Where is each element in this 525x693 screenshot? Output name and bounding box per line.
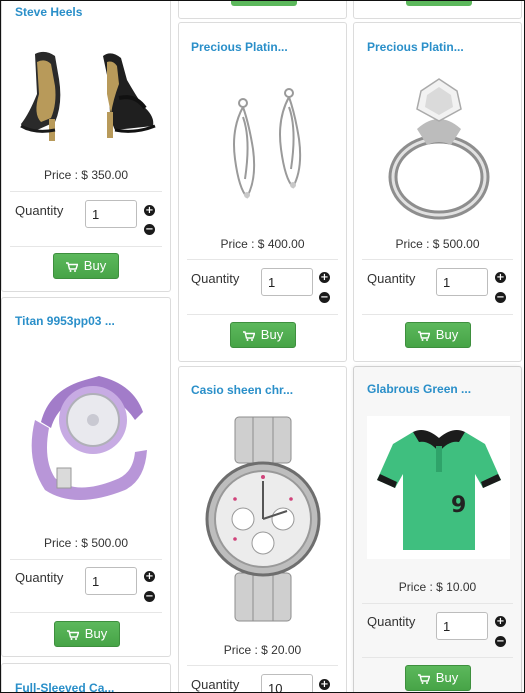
product-card: Glabrous Green ... 9 Price : $ 10.00 Qua…	[353, 366, 522, 692]
product-price: Price : $ 10.00	[398, 580, 477, 594]
quantity-input[interactable]	[436, 268, 488, 296]
divider	[187, 665, 338, 666]
product-title[interactable]: Glabrous Green ...	[367, 382, 471, 396]
product-price: Price : $ 350.00	[43, 168, 129, 182]
product-price: Price : $ 20.00	[223, 643, 302, 657]
product-image[interactable]	[15, 34, 160, 149]
quantity-input[interactable]	[261, 268, 313, 296]
product-grid: Steve Heels Price : $ 350.00 Quantity + …	[0, 0, 525, 693]
quantity-input[interactable]	[85, 200, 137, 228]
product-card-partial	[178, 1, 347, 19]
plus-circle-icon[interactable]: +	[144, 205, 155, 216]
quantity-label: Quantity	[15, 203, 64, 218]
quantity-label: Quantity	[367, 614, 416, 629]
product-title[interactable]: Precious Platin...	[191, 40, 288, 54]
quantity-input[interactable]	[436, 612, 488, 640]
product-title[interactable]: Casio sheen chr...	[191, 383, 293, 397]
minus-circle-icon[interactable]: −	[495, 636, 506, 647]
buy-button[interactable]: Buy	[230, 322, 296, 348]
buy-button-partial[interactable]	[406, 1, 472, 6]
product-price: Price : $ 500.00	[395, 237, 480, 251]
product-title[interactable]: Precious Platin...	[367, 40, 464, 54]
high-heel-sandals-image	[20, 51, 156, 141]
buy-label: Buy	[260, 327, 284, 342]
purple-wristwatch-image	[31, 376, 148, 500]
buy-button[interactable]: Buy	[405, 322, 471, 348]
divider	[362, 657, 513, 658]
shopping-cart-icon	[66, 629, 79, 640]
buy-label: Buy	[83, 258, 107, 273]
minus-circle-icon[interactable]: −	[144, 224, 155, 235]
svg-text:9: 9	[451, 493, 466, 518]
shopping-cart-icon	[417, 330, 430, 341]
shopping-cart-icon	[417, 673, 430, 684]
green-polo-shirt-image: 9	[377, 430, 501, 550]
buy-label: Buy	[435, 670, 459, 685]
divider	[362, 314, 513, 315]
platinum-ring-image	[388, 78, 490, 220]
quantity-label: Quantity	[191, 271, 240, 286]
divider	[187, 259, 338, 260]
product-image[interactable]	[191, 415, 336, 625]
minus-circle-icon[interactable]: −	[144, 591, 155, 602]
minus-circle-icon[interactable]: −	[319, 292, 330, 303]
product-title[interactable]: Full-Sleeved Ca...	[15, 681, 114, 692]
plus-circle-icon[interactable]: +	[495, 272, 506, 283]
buy-button-partial[interactable]	[231, 1, 297, 6]
plus-circle-icon[interactable]: +	[144, 571, 155, 582]
divider	[10, 612, 162, 613]
product-image[interactable]	[367, 69, 512, 229]
divider	[187, 314, 338, 315]
minus-circle-icon[interactable]: −	[495, 292, 506, 303]
divider	[10, 191, 162, 192]
product-card: Titan 9953pp03 ... Price : $ 500.00 Quan…	[1, 297, 171, 657]
buy-label: Buy	[435, 327, 459, 342]
product-card: Full-Sleeved Ca...	[1, 663, 171, 692]
shopping-cart-icon	[65, 261, 78, 272]
quantity-input[interactable]	[85, 567, 137, 595]
product-card: Casio sheen chr... Price : $ 20.00 Quant…	[178, 366, 347, 692]
silver-chronograph-watch-image	[205, 416, 321, 622]
product-card: Steve Heels Price : $ 350.00 Quantity + …	[1, 1, 171, 292]
quantity-label: Quantity	[191, 677, 240, 692]
product-image[interactable]: 9	[367, 416, 510, 559]
product-price: Price : $ 500.00	[43, 536, 129, 550]
product-image[interactable]	[191, 69, 336, 229]
plus-circle-icon[interactable]: +	[495, 616, 506, 627]
divider	[10, 559, 162, 560]
buy-button[interactable]: Buy	[53, 253, 119, 279]
product-card-partial	[353, 1, 522, 19]
buy-button[interactable]: Buy	[54, 621, 120, 647]
quantity-label: Quantity	[15, 570, 64, 585]
plus-circle-icon[interactable]: +	[319, 679, 330, 690]
buy-label: Buy	[84, 626, 108, 641]
product-image[interactable]	[15, 350, 160, 515]
plus-circle-icon[interactable]: +	[319, 272, 330, 283]
shopping-cart-icon	[242, 330, 255, 341]
divider	[362, 603, 513, 604]
product-card: Precious Platin... Price : $ 500.00 Quan…	[353, 22, 522, 362]
divider	[10, 246, 162, 247]
product-title[interactable]: Steve Heels	[15, 5, 82, 19]
divider	[362, 259, 513, 260]
product-title[interactable]: Titan 9953pp03 ...	[15, 314, 115, 328]
buy-button[interactable]: Buy	[405, 665, 471, 691]
product-card: Precious Platin... Price : $ 400.00 Quan…	[178, 22, 347, 362]
quantity-label: Quantity	[367, 271, 416, 286]
platinum-earrings-image	[233, 88, 302, 199]
product-price: Price : $ 400.00	[220, 237, 305, 251]
quantity-input[interactable]	[261, 674, 313, 692]
